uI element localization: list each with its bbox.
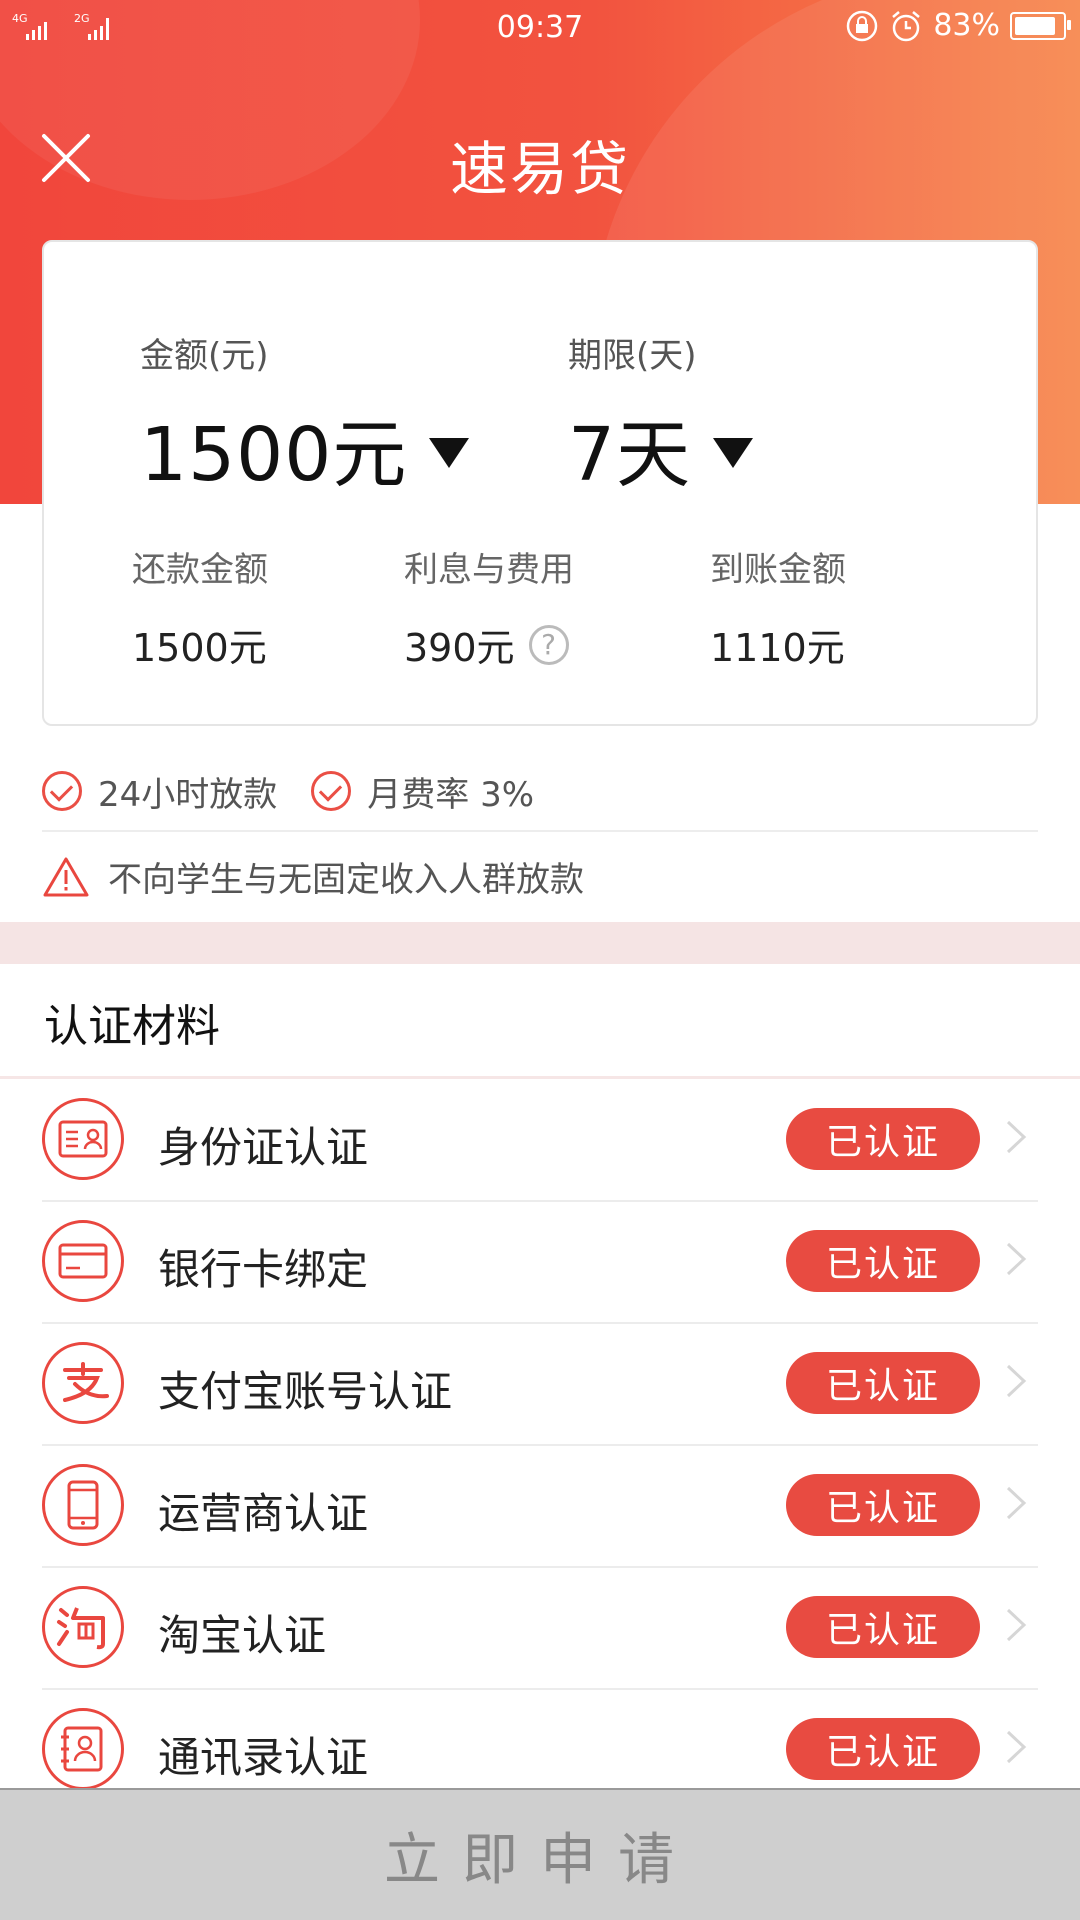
status-badge: 已认证 bbox=[786, 1596, 980, 1658]
alipay-icon bbox=[42, 1342, 124, 1424]
item-name: 身份证认证 bbox=[158, 1123, 369, 1172]
divider bbox=[42, 830, 1038, 832]
verification-item-alipay[interactable]: 支付宝账号认证 已认证 bbox=[42, 1324, 1038, 1446]
loan-card: 金额(元) 1500元 期限(天) 7天 还款金额 1500元 利息与费用 39… bbox=[42, 240, 1038, 726]
summary-fees: 利息与费用 390元 ? bbox=[404, 542, 574, 672]
item-name: 通讯录认证 bbox=[158, 1733, 369, 1782]
feature-item: 24小时放款 bbox=[42, 767, 277, 816]
amount-picker[interactable]: 金额(元) 1500元 bbox=[140, 328, 470, 502]
chevron-right-icon bbox=[1006, 1730, 1027, 1764]
status-badge: 已认证 bbox=[786, 1108, 980, 1170]
id-card-icon bbox=[42, 1098, 124, 1180]
feature-item: 月费率 3% bbox=[311, 767, 534, 816]
received-value: 1110元 bbox=[710, 626, 845, 670]
section-spacer bbox=[0, 922, 1080, 964]
taobao-icon bbox=[42, 1586, 124, 1668]
section-title: 认证材料 bbox=[44, 1001, 220, 1052]
warning-text: 不向学生与无固定收入人群放款 bbox=[108, 860, 584, 900]
status-badge: 已认证 bbox=[786, 1718, 980, 1780]
status-bar: 4G 2G 09:37 83% bbox=[0, 0, 1080, 56]
verification-item-bank-card[interactable]: 银行卡绑定 已认证 bbox=[42, 1202, 1038, 1324]
chevron-right-icon bbox=[1006, 1486, 1027, 1520]
chevron-right-icon bbox=[1006, 1120, 1027, 1154]
contacts-icon bbox=[42, 1708, 124, 1790]
page-title: 速易贷 bbox=[449, 135, 630, 203]
rotation-lock-icon bbox=[847, 10, 878, 41]
verification-list: 身份证认证 已认证 银行卡绑定 已认证 支付宝账号认证 已认证 运营商认证 已认… bbox=[42, 1080, 1038, 1812]
chevron-right-icon bbox=[1006, 1608, 1027, 1642]
feature-text: 月费率 3% bbox=[367, 774, 535, 815]
verification-item-id-card[interactable]: 身份证认证 已认证 bbox=[42, 1080, 1038, 1202]
received-label: 到账金额 bbox=[710, 550, 846, 590]
status-badge: 已认证 bbox=[786, 1474, 980, 1536]
chevron-right-icon bbox=[1006, 1364, 1027, 1398]
phone-icon bbox=[42, 1464, 124, 1546]
warning-icon bbox=[43, 857, 89, 896]
item-name: 淘宝认证 bbox=[158, 1611, 327, 1660]
feature-text: 24小时放款 bbox=[98, 774, 278, 815]
status-badge: 已认证 bbox=[786, 1352, 980, 1414]
dropdown-triangle-icon bbox=[713, 437, 754, 468]
status-badge: 已认证 bbox=[786, 1230, 980, 1292]
term-picker[interactable]: 期限(天) 7天 bbox=[568, 328, 754, 502]
alarm-icon bbox=[892, 10, 921, 41]
summary-repayment: 还款金额 1500元 bbox=[132, 542, 268, 672]
dropdown-triangle-icon bbox=[429, 437, 470, 468]
item-name: 银行卡绑定 bbox=[158, 1245, 369, 1294]
apply-button[interactable]: 立即申请 bbox=[0, 1788, 1080, 1920]
status-right: 83% bbox=[845, 8, 1071, 43]
term-label: 期限(天) bbox=[568, 336, 697, 376]
verification-item-taobao[interactable]: 淘宝认证 已认证 bbox=[42, 1568, 1038, 1690]
check-circle-icon bbox=[311, 771, 352, 811]
battery-percent: 83% bbox=[933, 8, 1000, 43]
item-name: 支付宝账号认证 bbox=[158, 1367, 453, 1416]
summary-received: 到账金额 1110元 bbox=[710, 542, 846, 672]
amount-label: 金额(元) bbox=[140, 336, 269, 376]
verification-item-carrier[interactable]: 运营商认证 已认证 bbox=[42, 1446, 1038, 1568]
term-value: 7天 bbox=[568, 412, 692, 498]
feature-list: 24小时放款 月费率 3% bbox=[42, 760, 534, 822]
fees-value: 390元 bbox=[404, 626, 515, 670]
fees-label: 利息与费用 bbox=[404, 550, 574, 590]
repayment-value: 1500元 bbox=[132, 626, 267, 670]
item-name: 运营商认证 bbox=[158, 1489, 369, 1538]
battery-icon bbox=[1010, 11, 1071, 40]
amount-value: 1500元 bbox=[140, 412, 408, 498]
question-icon[interactable]: ? bbox=[528, 624, 569, 665]
divider bbox=[0, 1076, 1080, 1079]
warning-notice: 不向学生与无固定收入人群放款 bbox=[42, 852, 584, 901]
chevron-right-icon bbox=[1006, 1242, 1027, 1276]
repayment-label: 还款金额 bbox=[132, 550, 268, 590]
bank-card-icon bbox=[42, 1220, 124, 1302]
check-circle-icon bbox=[42, 771, 82, 811]
